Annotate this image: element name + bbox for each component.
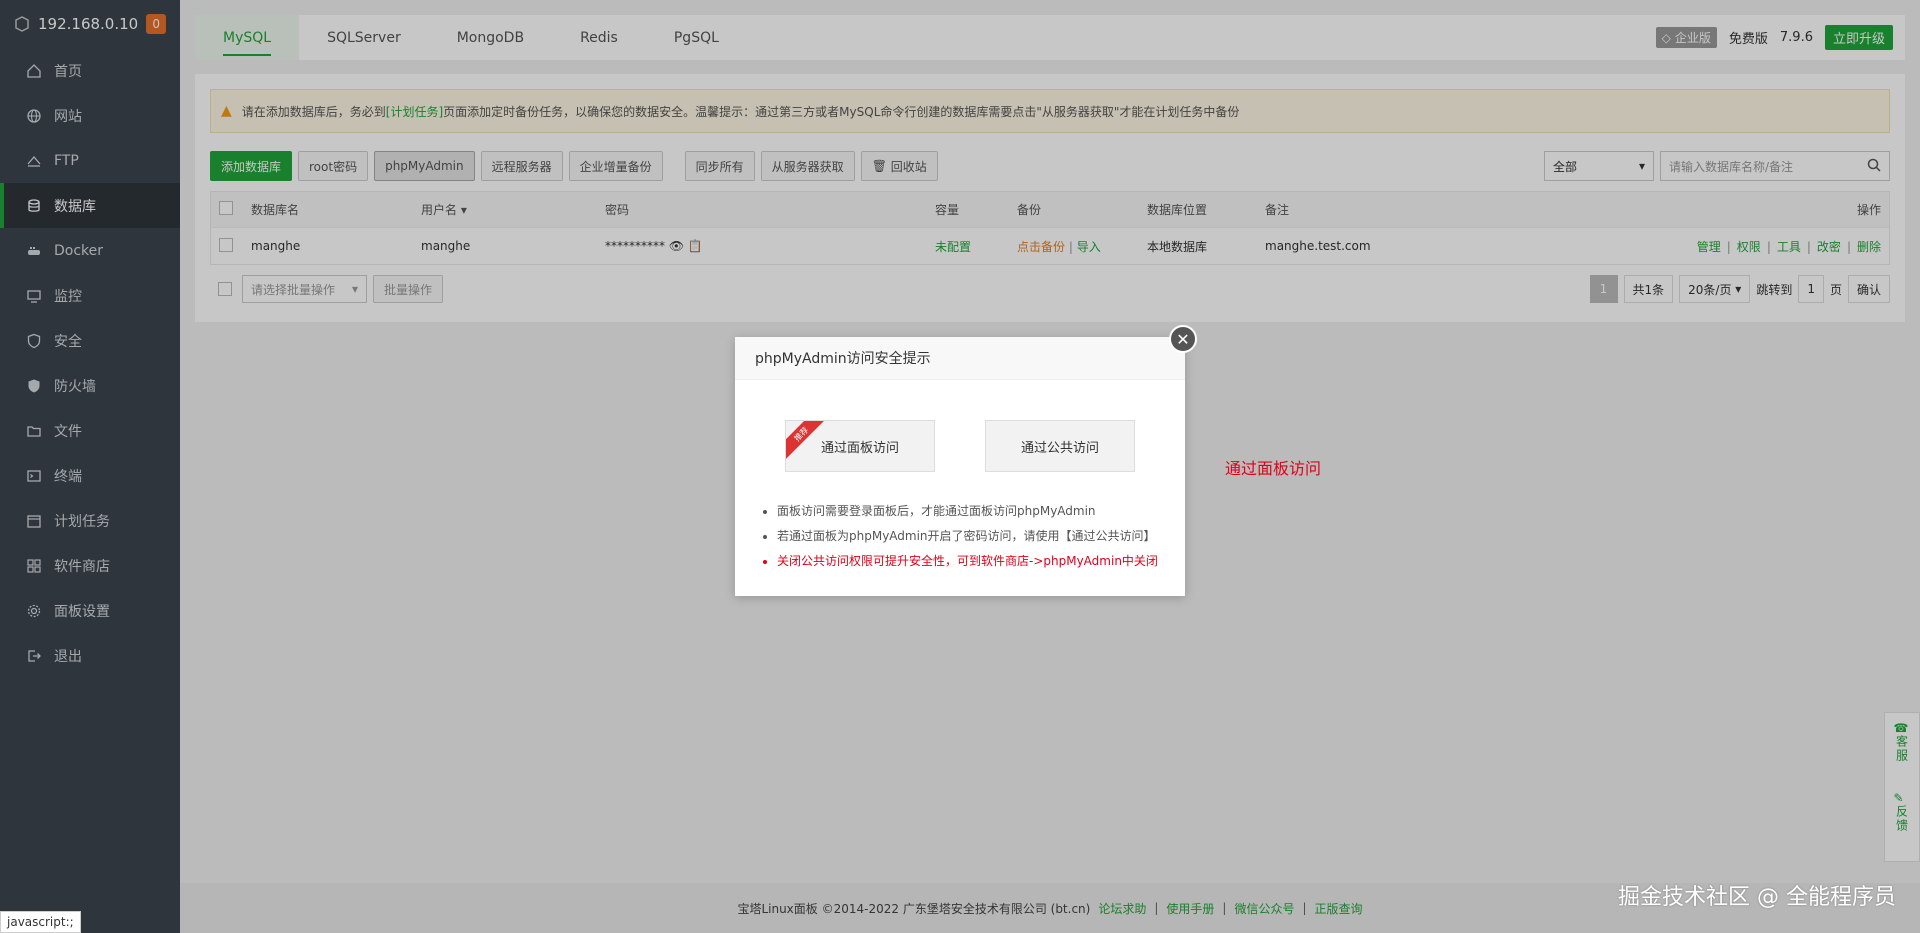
phpmyadmin-modal: phpMyAdmin访问安全提示 ✕ 推荐 通过面板访问 通过公共访问 面板访问…	[735, 325, 1197, 596]
panel-access-button[interactable]: 推荐 通过面板访问	[785, 420, 935, 472]
watermark: 掘金技术社区 @ 全能程序员	[1618, 885, 1896, 910]
public-access-button[interactable]: 通过公共访问	[985, 420, 1135, 472]
modal-tips: 面板访问需要登录面板后，才能通过面板访问phpMyAdmin 若通过面板为php…	[777, 502, 1185, 569]
close-icon[interactable]: ✕	[1169, 325, 1197, 353]
panel-access-label: 通过面板访问	[820, 440, 899, 456]
modal-title: phpMyAdmin访问安全提示	[735, 337, 1185, 380]
tip-item: 面板访问需要登录面板后，才能通过面板访问phpMyAdmin	[777, 502, 1185, 519]
tip-item: 若通过面板为phpMyAdmin开启了密码访问，请使用【通过公共访问】	[777, 527, 1185, 544]
tip-item-warning: 关闭公共访问权限可提升安全性，可到软件商店->phpMyAdmin中关闭	[777, 552, 1185, 569]
access-choices: 推荐 通过面板访问 通过公共访问	[735, 420, 1185, 472]
side-hint: 通过面板访问	[1225, 459, 1322, 478]
status-bar-url: javascript:;	[0, 911, 81, 933]
